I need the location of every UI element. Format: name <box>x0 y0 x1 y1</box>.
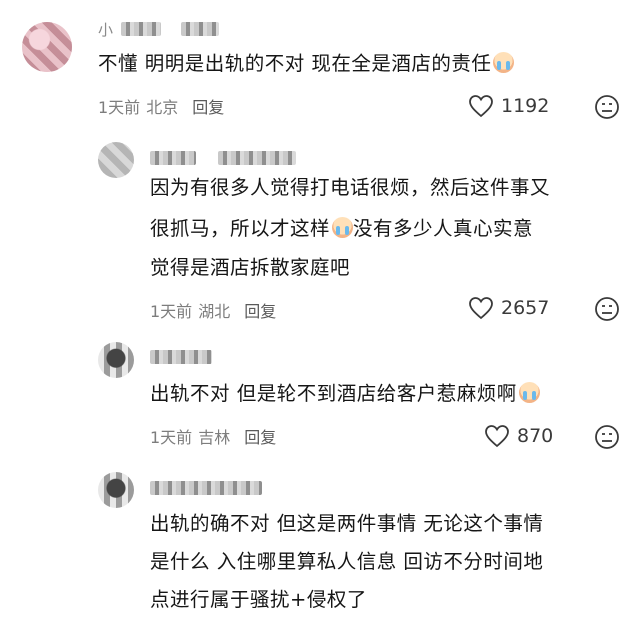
like-count: 1192 <box>501 95 550 117</box>
comment-location: 吉林 <box>198 428 231 447</box>
avatar[interactable] <box>22 22 72 72</box>
avatar[interactable] <box>98 472 134 508</box>
comment-location: 北京 <box>146 98 179 117</box>
like-count: 870 <box>517 425 554 447</box>
frown-face-icon[interactable] <box>594 296 620 322</box>
comment-location: 湖北 <box>198 302 231 321</box>
blurred-username <box>150 151 196 165</box>
crying-face-emoji <box>332 217 354 238</box>
reply-button[interactable]: 回复 <box>244 298 276 322</box>
comment-text-content: 因为有很多人觉得打电话很烦，然后这件事又 <box>150 176 551 199</box>
comment-text-content: 很抓马，所以才这样 <box>150 217 331 240</box>
blurred-username-part <box>181 22 220 36</box>
comment-text-content: 不懂 明明是出轨的不对 现在全是酒店的责任 <box>98 52 492 75</box>
user-row <box>150 147 296 169</box>
like-button[interactable]: 870 <box>484 424 553 448</box>
comment-meta: 1天前 吉林 回复 <box>150 424 276 448</box>
crying-face-emoji <box>493 52 515 73</box>
blurred-username-part <box>218 151 296 165</box>
user-row <box>150 346 212 368</box>
comment-text-line-3: 觉得是酒店拆散家庭吧 <box>150 250 350 286</box>
comment-meta: 1天前 北京 回复 <box>98 94 224 118</box>
like-button[interactable]: 2657 <box>468 296 549 320</box>
heart-outline-icon <box>469 297 493 320</box>
heart-outline-icon <box>469 95 493 118</box>
comment-time: 1天前 <box>150 428 193 447</box>
crying-face-emoji <box>518 382 540 403</box>
comment-text-content: 点进行属于骚扰+侵权了 <box>150 588 367 611</box>
comment-time: 1天前 <box>98 98 141 117</box>
avatar[interactable] <box>98 142 134 178</box>
comment-text-content: 是什么 入住哪里算私人信息 回访不分时间地 <box>150 550 544 573</box>
username[interactable]: 小 <box>98 19 113 40</box>
comment-text-content: 没有多少人真心实意 <box>353 217 534 240</box>
comment-text: 出轨不对 但是轮不到酒店给客户惹麻烦啊 <box>150 376 540 412</box>
comment-text-content: 觉得是酒店拆散家庭吧 <box>150 256 351 279</box>
frown-face-icon[interactable] <box>594 424 620 450</box>
like-button[interactable]: 1192 <box>468 94 549 118</box>
user-row <box>150 477 262 499</box>
comment-time: 1天前 <box>150 302 193 321</box>
comment-text-content: 出轨不对 但是轮不到酒店给客户惹麻烦啊 <box>150 382 517 405</box>
comment-text-line-1: 因为有很多人觉得打电话很烦，然后这件事又 <box>150 170 550 206</box>
like-count: 2657 <box>501 297 550 319</box>
heart-outline-icon <box>485 425 509 448</box>
reply-button[interactable]: 回复 <box>244 424 276 448</box>
blurred-username <box>150 481 262 495</box>
blurred-username <box>121 22 162 36</box>
comment-text: 不懂 明明是出轨的不对 现在全是酒店的责任 <box>98 46 515 82</box>
comment-text-line-1: 出轨的确不对 但这是两件事情 无论这个事情 <box>150 506 543 542</box>
reply-button[interactable]: 回复 <box>192 94 224 118</box>
comment-text-content: 出轨的确不对 但这是两件事情 无论这个事情 <box>150 512 544 535</box>
comment-text-line-3: 点进行属于骚扰+侵权了 <box>150 582 367 618</box>
avatar[interactable] <box>98 342 134 378</box>
frown-face-icon[interactable] <box>594 94 620 120</box>
comment-text-line-2: 很抓马，所以才这样 没有多少人真心实意 <box>150 211 533 247</box>
comment-meta: 1天前 湖北 回复 <box>150 298 276 322</box>
user-row: 小 <box>98 18 220 40</box>
blurred-username <box>150 350 212 364</box>
comment-text-line-2: 是什么 入住哪里算私人信息 回访不分时间地 <box>150 544 543 580</box>
